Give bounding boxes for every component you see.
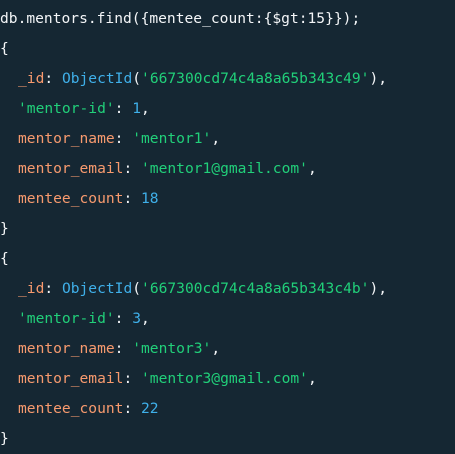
field-mentee-count: mentee_count: 18 bbox=[18, 190, 159, 207]
document-close-brace: } bbox=[0, 430, 9, 447]
field-key: mentee_count bbox=[18, 190, 124, 207]
field-mentee-count: mentee_count: 22 bbox=[18, 400, 159, 417]
field-mentor-id: 'mentor-id': 1, bbox=[18, 100, 150, 117]
document-open-brace: { bbox=[0, 250, 9, 267]
objectid-value: '667300cd74c4a8a65b343c49' bbox=[141, 70, 370, 87]
objectid-function: ObjectId bbox=[61, 280, 133, 297]
query-command: db.mentors.find({mentee_count:{$gt:15}})… bbox=[0, 10, 361, 27]
field-mentor-email: mentor_email: 'mentor3@gmail.com', bbox=[18, 370, 317, 387]
field-value: 22 bbox=[141, 400, 159, 417]
field-value: 1 bbox=[132, 100, 142, 117]
command-line: db.mentors.find({mentee_count:{$gt:15}})… bbox=[0, 4, 455, 34]
field-key: mentee_count bbox=[18, 400, 124, 417]
field-id: _id: ObjectId('667300cd74c4a8a65b343c49'… bbox=[18, 70, 388, 87]
field-mentor-email: mentor_email: 'mentor1@gmail.com', bbox=[18, 160, 317, 177]
objectid-function: ObjectId bbox=[61, 70, 133, 87]
shell-output: db.mentors.find({mentee_count:{$gt:15}})… bbox=[0, 0, 455, 447]
field-value: 'mentor3@gmail.com' bbox=[141, 370, 308, 387]
field-value: 'mentor1@gmail.com' bbox=[141, 160, 308, 177]
field-value: 'mentor3' bbox=[132, 340, 212, 357]
field-mentor-name: mentor_name: 'mentor3', bbox=[18, 340, 221, 357]
field-value: 'mentor1' bbox=[132, 130, 212, 147]
field-key: 'mentor-id' bbox=[18, 100, 115, 117]
field-mentor-id: 'mentor-id': 3, bbox=[18, 310, 150, 327]
field-key: mentor_email bbox=[18, 160, 124, 177]
field-key: mentor_name bbox=[18, 340, 115, 357]
field-value: 3 bbox=[132, 310, 142, 327]
field-key: mentor_name bbox=[18, 130, 115, 147]
document-open-brace: { bbox=[0, 40, 9, 57]
field-mentor-name: mentor_name: 'mentor1', bbox=[18, 130, 221, 147]
field-id: _id: ObjectId('667300cd74c4a8a65b343c4b'… bbox=[18, 280, 388, 297]
field-value: 18 bbox=[141, 190, 159, 207]
field-key: _id bbox=[18, 280, 45, 297]
document-close-brace: } bbox=[0, 220, 9, 237]
field-key: mentor_email bbox=[18, 370, 124, 387]
objectid-value: '667300cd74c4a8a65b343c4b' bbox=[141, 280, 370, 297]
field-key: 'mentor-id' bbox=[18, 310, 115, 327]
field-key: _id bbox=[18, 70, 45, 87]
